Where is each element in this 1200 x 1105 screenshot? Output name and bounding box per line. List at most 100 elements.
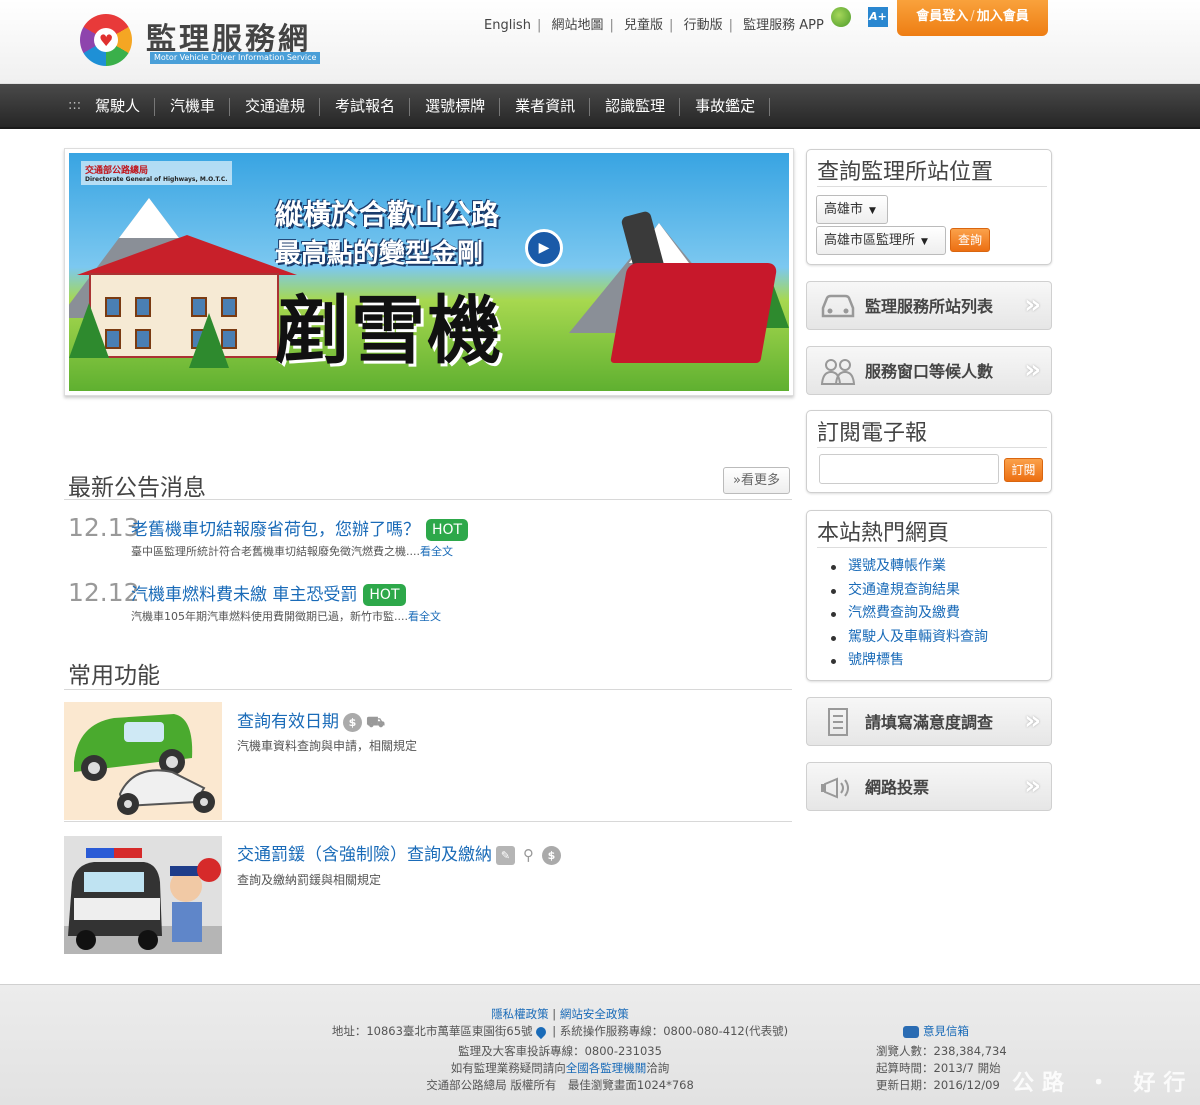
news-date: 12.13	[68, 513, 140, 542]
popular-link-driver-vehicle-data[interactable]: 駕駛人及車輛資料查詢	[829, 626, 988, 650]
accessibility-icon[interactable]: A+	[868, 7, 888, 27]
member-buttons: 會員登入 / 加入會員	[897, 0, 1048, 36]
globe-icon[interactable]	[831, 7, 851, 27]
toplink-kids[interactable]: 兒童版	[624, 18, 663, 33]
member-join-button[interactable]: 加入會員	[977, 9, 1029, 24]
agency-logo: 交通部公路總局 Directorate General of Highways,…	[81, 161, 232, 185]
online-vote-link[interactable]: 網路投票 »	[806, 762, 1052, 811]
site-logo[interactable]: ♥ 監理服務網 Motor Vehicle Driver Information…	[80, 14, 325, 70]
popular-pages-box: 本站熱門網頁 選號及轉帳作業 交通違規查詢結果 汽燃費查詢及繳費 駕駛人及車輛資…	[806, 510, 1052, 681]
site-header: ♥ 監理服務網 Motor Vehicle Driver Information…	[0, 0, 1200, 84]
divider	[817, 186, 1047, 187]
function-title-text[interactable]: 交通罰鍰（含強制險）查詢及繳納	[237, 845, 492, 865]
caret-down-icon: ▼	[921, 237, 928, 247]
count-start-date: 起算時間：2013/7 開始	[876, 1061, 1001, 1075]
news-more-button[interactable]: »看更多	[723, 467, 790, 494]
nav-item-vehicle[interactable]: 汽機車	[155, 84, 231, 129]
footer-address: 地址：10863臺北市萬華區東園街65號	[331, 1024, 533, 1038]
popular-link-plate-auction[interactable]: 號牌標售	[829, 649, 988, 673]
promo-banner[interactable]: 交通部公路總局 Directorate General of Highways,…	[64, 148, 794, 396]
car-outline-icon: ⛟	[366, 712, 385, 731]
station-list-link[interactable]: 監理服務所站列表 »	[806, 281, 1052, 330]
search-icon: ⚲	[523, 845, 534, 864]
survey-link[interactable]: 請填寫滿意度調查 »	[806, 697, 1052, 746]
read-more-link[interactable]: 看全文	[420, 545, 453, 558]
office-select[interactable]: 高雄市區監理所 ▼	[816, 226, 946, 255]
nav-item-exam-registration[interactable]: 考試報名	[320, 84, 411, 129]
snow-peak-shape	[119, 198, 179, 238]
car-scooter-icon	[64, 702, 222, 820]
member-login-button[interactable]: 會員登入	[916, 9, 968, 24]
read-more-link[interactable]: 看全文	[408, 610, 441, 623]
nav-items: 駕駛人 汽機車 交通違規 考試報名 選號標牌 業者資訊 認識監理 事故鑑定	[80, 84, 771, 129]
map-pin-icon[interactable]	[533, 1024, 548, 1039]
tree-shape	[69, 303, 109, 358]
footer-hotline: 系統操作服務專線：0800-080-412(代表號)	[559, 1024, 789, 1038]
dollar-icon: $	[542, 845, 561, 865]
dollar-icon: $	[343, 712, 362, 732]
feedback-mailbox-link[interactable]: 意見信箱	[903, 1023, 969, 1039]
main-nav: ::: 駕駛人 汽機車 交通違規 考試報名 選號標牌 業者資訊 認識監理 事故鑑…	[0, 84, 1200, 129]
chalet-shape	[89, 273, 279, 358]
popular-link-plate-selection[interactable]: 選號及轉帳作業	[829, 555, 988, 579]
online-vote-label: 網路投票	[865, 778, 930, 797]
news-summary: 臺中區監理所統計符合老舊機車切結報廢免徵汽燃費之機....看全文	[131, 543, 453, 559]
toplink-english[interactable]: English	[484, 18, 531, 33]
toplink-sitemap[interactable]: 網站地圖	[551, 18, 603, 33]
function-description: 汽機車資料查詢與申請，相關規定	[237, 739, 418, 753]
newsletter-title: 訂閱電子報	[817, 421, 928, 446]
house-roof-shape	[77, 235, 297, 275]
car-scooter-illustration[interactable]	[64, 702, 222, 820]
popular-link-violation-results[interactable]: 交通違規查詢結果	[829, 579, 988, 603]
news-title-link[interactable]: 汽機車燃料費未繳 車主恐受罰 HOT	[131, 580, 406, 606]
nav-item-driver[interactable]: 駕駛人	[80, 84, 156, 129]
caret-down-icon: ▼	[869, 206, 876, 216]
edit-icon: ✎	[496, 845, 515, 865]
privacy-policy-link[interactable]: 隱私權政策	[491, 1007, 549, 1021]
function-title-link[interactable]: 交通罰鍰（含強制險）查詢及繳納 ✎ ⚲ $	[237, 840, 561, 865]
logo-heart-icon: ♥	[99, 31, 114, 50]
nav-item-accident[interactable]: 事故鑑定	[680, 84, 771, 129]
news-summary: 汽機車105年期汽車燃料使用費開徵期已過，新竹市監....看全文	[131, 608, 441, 624]
security-policy-link[interactable]: 網站安全政策	[560, 1007, 629, 1021]
news-title-text[interactable]: 汽機車燃料費未繳 車主恐受罰	[131, 585, 357, 605]
city-select[interactable]: 高雄市 ▼	[816, 195, 888, 224]
function-item: 交通罰鍰（含強制險）查詢及繳納 ✎ ⚲ $ 查詢及繳納罰鍰與相關規定	[64, 836, 792, 954]
envelope-icon	[903, 1025, 919, 1038]
popular-link-fuel-fee[interactable]: 汽燃費查詢及繳費	[829, 602, 988, 626]
function-title-link[interactable]: 查詢有效日期 $ ⛟	[237, 707, 385, 732]
play-icon[interactable]: ▶	[525, 229, 563, 267]
separator: /	[970, 9, 975, 24]
news-title-text[interactable]: 老舊機車切結報廢省荷包，您辦了嗎？	[131, 520, 420, 540]
visitor-count: 瀏覽人數：238,384,734	[876, 1044, 1007, 1058]
newsletter-email-input[interactable]	[819, 454, 999, 484]
news-date: 12.12	[68, 578, 140, 607]
last-updated: 更新日期：2016/12/09	[876, 1078, 1000, 1092]
nav-item-business-info[interactable]: 業者資訊	[500, 84, 591, 129]
megaphone-icon	[819, 773, 857, 801]
newsletter-box: 訂閱電子報 訂閱	[806, 410, 1052, 493]
function-item: 查詢有效日期 $ ⛟ 汽機車資料查詢與申請，相關規定	[64, 702, 792, 820]
subscribe-button[interactable]: 訂閱	[1004, 458, 1043, 482]
survey-label: 請填寫滿意度調查	[865, 713, 994, 732]
banner-headline-2: 最高點的變型金剛	[275, 239, 484, 269]
toplink-app[interactable]: 監理服務 APP	[743, 18, 824, 33]
divider	[64, 821, 792, 822]
location-query-button[interactable]: 查詢	[950, 228, 990, 252]
police-car-illustration[interactable]	[64, 836, 222, 954]
all-offices-link[interactable]: 全國各監理機關	[566, 1061, 647, 1075]
function-title-text[interactable]: 查詢有效日期	[237, 712, 339, 732]
nav-item-about[interactable]: 認識監理	[590, 84, 681, 129]
nav-item-traffic-violation[interactable]: 交通違規	[230, 84, 321, 129]
toplink-mobile[interactable]: 行動版	[684, 18, 723, 33]
top-links: English | 網站地圖 | 兒童版 | 行動版 | 監理服務 APP	[484, 14, 824, 33]
nav-item-plate-selection[interactable]: 選號標牌	[410, 84, 501, 129]
news-title-link[interactable]: 老舊機車切結報廢省荷包，您辦了嗎？ HOT	[131, 515, 469, 541]
banner-big-text: 剷雪機	[275, 288, 503, 374]
snowplow-shape	[610, 263, 778, 363]
waiting-count-link[interactable]: 服務窗口等候人數 »	[806, 346, 1052, 395]
mailbox-label[interactable]: 意見信箱	[923, 1024, 969, 1038]
divider	[817, 547, 1047, 548]
site-subtitle: Motor Vehicle Driver Information Service	[150, 52, 320, 64]
divider	[64, 499, 792, 500]
